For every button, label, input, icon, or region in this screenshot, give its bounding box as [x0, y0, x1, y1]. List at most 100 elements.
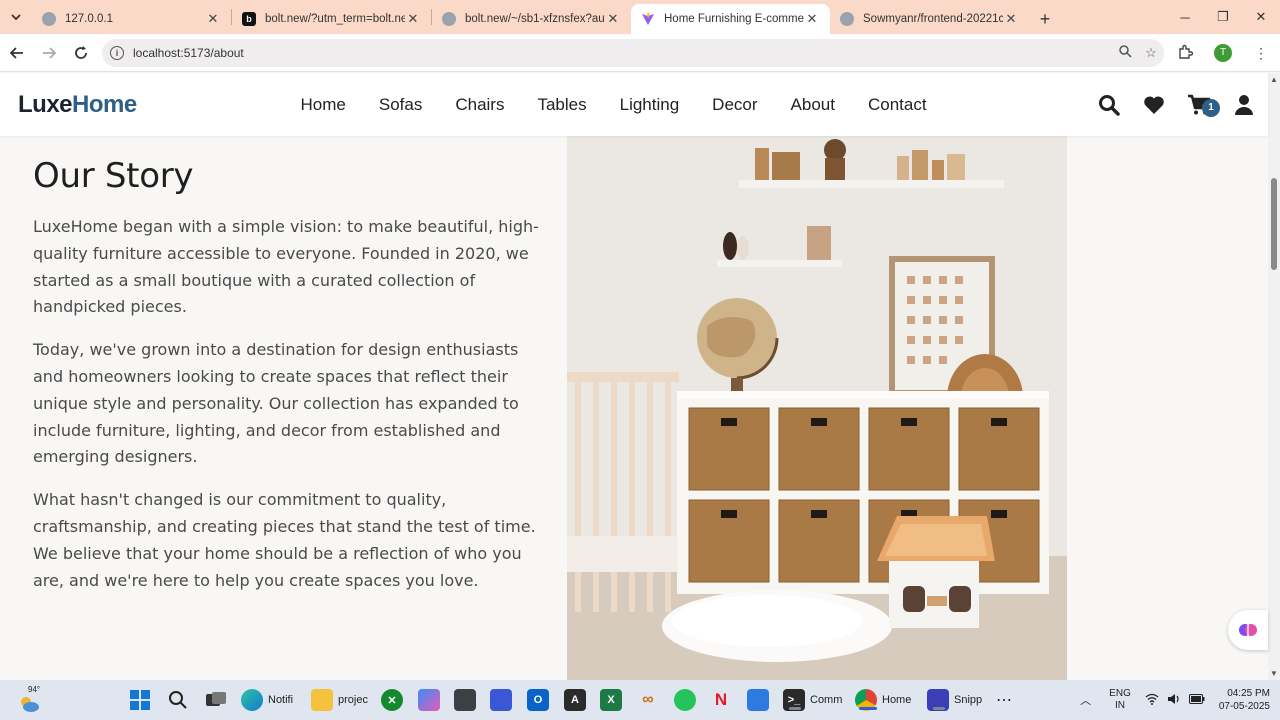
taskbar-app-unknown[interactable]: A [564, 688, 586, 712]
main-nav: Home Sofas Chairs Tables Lighting Decor … [284, 73, 943, 136]
tab-search-chevron-icon[interactable] [0, 0, 32, 34]
story-paragraph: What hasn't changed is our commitment to… [33, 490, 536, 590]
nav-link-lighting[interactable]: Lighting [620, 95, 680, 115]
back-icon[interactable] [2, 38, 32, 68]
new-tab-button[interactable]: + [1029, 4, 1061, 34]
nav-link-home[interactable]: Home [301, 95, 346, 115]
nav-link-contact[interactable]: Contact [868, 95, 927, 115]
task-view-icon[interactable] [205, 688, 227, 712]
site-logo[interactable]: LuxeHome [18, 91, 137, 119]
tab-title: Home Furnishing E-commerce [664, 13, 804, 25]
nav-link-decor[interactable]: Decor [712, 95, 757, 115]
window-controls: ─ ❐ ✕ [1166, 0, 1280, 34]
app-a-icon: A [564, 689, 586, 711]
nav-link-about[interactable]: About [791, 95, 835, 115]
github-icon [840, 12, 854, 26]
tab-title: 127.0.0.1 [65, 13, 113, 25]
system-tray: ︿ ENG IN 04:25 PM 07-05-2025 [1080, 680, 1280, 720]
close-tab-icon[interactable]: ✕ [405, 11, 421, 27]
taskbar-app-unity[interactable] [454, 688, 476, 712]
bookmark-star-icon[interactable]: ☆ [1138, 45, 1164, 61]
taskbar-app-edge[interactable]: Notifi [241, 688, 293, 712]
more-apps-icon[interactable]: ⋯ [996, 688, 1012, 712]
bolt-favicon-icon: b [242, 12, 256, 26]
about-page-content: Our Story LuxeHome began with a simple v… [0, 136, 1268, 680]
volume-icon[interactable] [1167, 693, 1181, 708]
close-tab-icon[interactable]: ✕ [804, 11, 820, 27]
browser-tab[interactable]: bolt.new/~/sb1-xfznsfex?autoA ✕ [432, 4, 631, 34]
store-bag-icon [747, 689, 769, 711]
forward-icon[interactable] [34, 38, 64, 68]
brain-icon [1239, 624, 1257, 636]
start-button[interactable] [130, 688, 150, 712]
scroll-up-arrow-icon[interactable]: ▲ [1270, 75, 1278, 84]
taskbar-search-icon[interactable] [168, 688, 188, 712]
scroll-down-arrow-icon[interactable]: ▼ [1270, 669, 1278, 678]
url-text[interactable]: localhost:5173/about [133, 46, 1112, 60]
site-header: LuxeHome Home Sofas Chairs Tables Lighti… [0, 73, 1268, 136]
nav-link-sofas[interactable]: Sofas [379, 95, 422, 115]
wifi-icon[interactable] [1145, 693, 1159, 708]
search-icon[interactable] [1086, 94, 1131, 116]
taskbar-app-explorer[interactable]: projec [311, 688, 368, 712]
header-icons: 1 [1086, 73, 1266, 136]
weather-widget[interactable]: 94° [16, 685, 46, 714]
extensions-icon[interactable] [1166, 44, 1204, 63]
browser-tab[interactable]: 127.0.0.1 ✕ [32, 4, 231, 34]
copilot-icon [418, 689, 440, 711]
browser-toolbar: i localhost:5173/about ☆ T ⋮ [0, 34, 1280, 72]
profile-avatar[interactable]: T [1214, 44, 1232, 62]
logo-text-luxe: Luxe [18, 91, 73, 118]
reload-icon[interactable] [66, 38, 96, 68]
weather-temperature: 94° [28, 685, 41, 694]
minimize-icon[interactable]: ─ [1166, 0, 1204, 34]
windows-taskbar: 94° Notifi projec ✕ O A X ∞ N >_ Comm Ho… [0, 680, 1280, 720]
browser-menu-icon[interactable]: ⋮ [1242, 45, 1280, 62]
browser-tab-active[interactable]: Home Furnishing E-commerce ✕ [631, 4, 830, 34]
taskbar-app-netflix[interactable]: N [710, 688, 732, 712]
close-tab-icon[interactable]: ✕ [605, 11, 621, 27]
taskbar-app-meta[interactable]: ∞ [637, 688, 659, 712]
user-account-icon[interactable] [1221, 94, 1266, 116]
browser-tab[interactable]: Sowmyanr/frontend-20221cse0 ✕ [830, 4, 1029, 34]
close-tab-icon[interactable]: ✕ [205, 11, 221, 27]
floating-assistant-button[interactable] [1228, 610, 1268, 650]
folder-icon [311, 689, 333, 711]
nav-link-tables[interactable]: Tables [537, 95, 586, 115]
taskbar-app-xbox[interactable]: ✕ [381, 688, 403, 712]
language-indicator[interactable]: ENG IN [1109, 688, 1131, 712]
taskbar-app-chrome[interactable]: Home [855, 688, 911, 712]
netflix-icon: N [714, 690, 728, 709]
close-tab-icon[interactable]: ✕ [1003, 11, 1019, 27]
tray-overflow-chevron-icon[interactable]: ︿ [1080, 692, 1091, 708]
taskbar-app-snipping[interactable]: Snipp [927, 688, 982, 712]
close-window-icon[interactable]: ✕ [1242, 0, 1280, 34]
infinity-icon: ∞ [642, 691, 654, 708]
story-paragraph: LuxeHome began with a simple vision: to … [33, 217, 539, 317]
nursery-room-photo [567, 136, 1067, 680]
address-bar[interactable]: i localhost:5173/about ☆ [102, 39, 1164, 67]
taskbar-app-copilot[interactable] [418, 688, 440, 712]
maximize-icon[interactable]: ❐ [1204, 0, 1242, 34]
battery-icon[interactable] [1188, 693, 1205, 707]
globe-icon [442, 12, 456, 26]
wishlist-heart-icon[interactable] [1131, 95, 1176, 115]
weather-cloud-icon [21, 697, 39, 712]
zoom-icon[interactable] [1112, 45, 1138, 61]
story-paragraph: Today, we've grown into a destination fo… [33, 340, 519, 467]
taskbar-app-outlook[interactable]: O [527, 688, 549, 712]
page-scrollbar[interactable]: ▲ ▼ [1268, 73, 1280, 680]
site-info-icon[interactable]: i [110, 46, 124, 60]
taskbar-app-store[interactable] [747, 688, 769, 712]
logo-text-home: Home [72, 91, 137, 118]
taskbar-app-whatsapp[interactable] [674, 688, 696, 712]
taskbar-app-excel[interactable]: X [600, 688, 622, 712]
tab-title: bolt.new/~/sb1-xfznsfex?autoA [465, 13, 605, 25]
nav-link-chairs[interactable]: Chairs [455, 95, 504, 115]
browser-tab[interactable]: b bolt.new/?utm_term=bolt.new& ✕ [232, 4, 431, 34]
cart-icon[interactable]: 1 [1176, 94, 1221, 117]
scrollbar-thumb[interactable] [1271, 178, 1277, 270]
taskbar-app-terminal[interactable]: >_ Comm [783, 688, 842, 712]
taskbar-app-powerautomate[interactable] [490, 688, 512, 712]
system-clock[interactable]: 04:25 PM 07-05-2025 [1219, 687, 1270, 713]
